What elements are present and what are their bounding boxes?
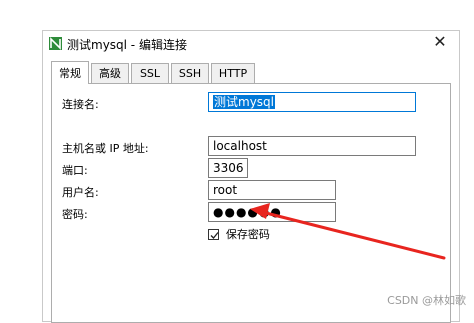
save-password-checkbox[interactable] [208, 228, 219, 240]
checkmark-icon [210, 231, 219, 239]
general-tab-panel: 连接名: 测试mysql 主机名或 IP 地址: localhost 端口: 3… [51, 83, 451, 323]
port-label: 端口: [62, 164, 88, 177]
save-password-label: 保存密码 [225, 228, 270, 241]
close-button[interactable]: ✕ [431, 33, 449, 51]
edit-connection-dialog: 测试mysql - 编辑连接 ✕ 常规 高级 SSL SSH HTTP 连接名:… [42, 30, 460, 323]
watermark-text: CSDN @林如歌 [387, 294, 466, 307]
connection-name-label: 连接名: [62, 98, 99, 111]
username-label: 用户名: [62, 186, 99, 199]
save-password-row[interactable]: 保存密码 [208, 226, 270, 242]
tab-advanced[interactable]: 高级 [91, 63, 129, 83]
host-label: 主机名或 IP 地址: [62, 142, 149, 155]
tab-http[interactable]: HTTP [211, 63, 255, 83]
tab-general[interactable]: 常规 [51, 61, 89, 84]
username-input[interactable]: root [208, 180, 336, 200]
port-input[interactable]: 3306 [208, 158, 248, 178]
password-input[interactable]: ●●●●●● [208, 202, 336, 222]
tab-ssl[interactable]: SSL [131, 63, 169, 83]
tab-ssh[interactable]: SSH [171, 63, 209, 83]
navicat-app-icon [49, 37, 62, 50]
title-bar: 测试mysql - 编辑连接 ✕ [43, 31, 459, 55]
connection-name-input[interactable]: 测试mysql [208, 92, 416, 112]
connection-name-value: 测试mysql [213, 95, 275, 109]
host-input[interactable]: localhost [208, 136, 416, 156]
window-title: 测试mysql - 编辑连接 [67, 38, 187, 52]
password-label: 密码: [62, 208, 88, 221]
